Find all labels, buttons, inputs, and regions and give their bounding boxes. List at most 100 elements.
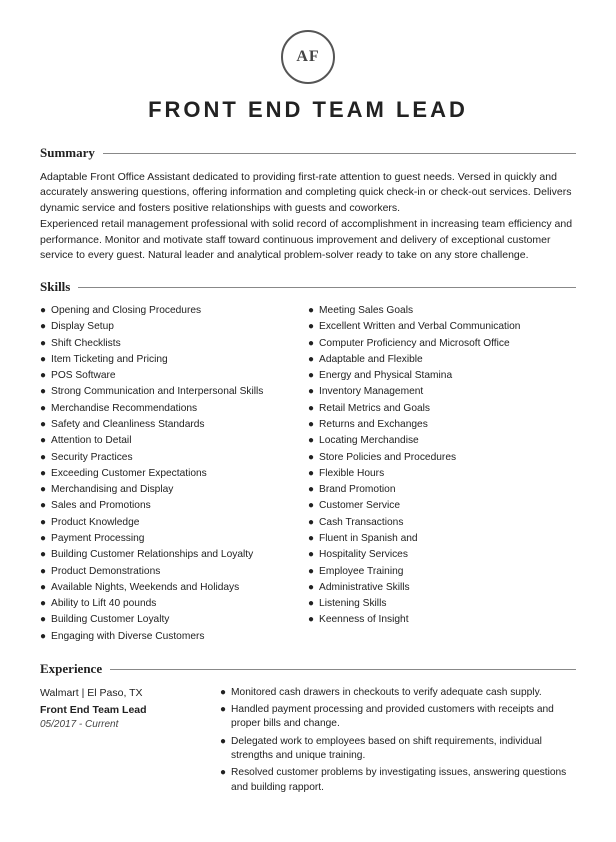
- skill-item: ●Keenness of Insight: [308, 613, 566, 627]
- skill-text: Merchandising and Display: [51, 483, 173, 497]
- bullet-icon: ●: [220, 686, 226, 700]
- skill-item: ●Building Customer Loyalty: [40, 613, 298, 627]
- bullet-icon: ●: [308, 385, 314, 399]
- bullet-icon: ●: [40, 467, 46, 481]
- skill-text: Returns and Exchanges: [319, 418, 428, 432]
- bullet-text: Handled payment processing and provided …: [231, 703, 576, 732]
- bullet-icon: ●: [40, 565, 46, 579]
- bullet-icon: ●: [40, 434, 46, 448]
- experience-section: Experience Walmart | El Paso, TX Front En…: [40, 660, 576, 798]
- skill-text: POS Software: [51, 369, 116, 383]
- bullet-icon: ●: [308, 565, 314, 579]
- skill-item: ●Store Policies and Procedures: [308, 451, 566, 465]
- skill-item: ●Product Demonstrations: [40, 565, 298, 579]
- summary-label: Summary: [40, 144, 103, 163]
- skill-text: Store Policies and Procedures: [319, 451, 456, 465]
- skills-columns: ●Opening and Closing Procedures●Display …: [40, 304, 576, 646]
- bullet-icon: ●: [220, 735, 226, 749]
- job-bullet-item: ● Monitored cash drawers in checkouts to …: [220, 686, 576, 700]
- bullet-icon: ●: [40, 499, 46, 513]
- job-dates: 05/2017 - Current: [40, 718, 210, 733]
- job-company: Walmart | El Paso, TX: [40, 686, 210, 701]
- bullet-icon: ●: [308, 597, 314, 611]
- skill-text: Employee Training: [319, 565, 403, 579]
- skill-item: ●Customer Service: [308, 499, 566, 513]
- skill-text: Hospitality Services: [319, 548, 408, 562]
- skill-text: Available Nights, Weekends and Holidays: [51, 581, 239, 595]
- skill-item: ●Ability to Lift 40 pounds: [40, 597, 298, 611]
- skill-item: ● Attention to Detail: [40, 434, 298, 448]
- bullet-icon: ●: [40, 369, 46, 383]
- bullet-icon: ●: [308, 516, 314, 530]
- summary-header: Summary: [40, 144, 576, 163]
- skill-item: ● Employee Training: [308, 565, 566, 579]
- skill-text: Cash Transactions: [319, 516, 403, 530]
- bullet-text: Resolved customer problems by investigat…: [231, 766, 576, 795]
- skill-item: ●Product Knowledge: [40, 516, 298, 530]
- bullet-icon: ●: [308, 402, 314, 416]
- bullet-icon: ●: [308, 304, 314, 318]
- skill-text: Energy and Physical Stamina: [319, 369, 452, 383]
- skill-text: Strong Communication and Interpersonal S…: [51, 385, 263, 399]
- skill-text: Payment Processing: [51, 532, 144, 546]
- skill-item: ●Locating Merchandise: [308, 434, 566, 448]
- skill-text: Computer Proficiency and Microsoft Offic…: [319, 337, 510, 351]
- skill-item: ● Brand Promotion: [308, 483, 566, 497]
- skill-item: ● Cash Transactions: [308, 516, 566, 530]
- skill-item: ● Listening Skills: [308, 597, 566, 611]
- experience-header: Experience: [40, 660, 576, 679]
- skill-text: Opening and Closing Procedures: [51, 304, 201, 318]
- bullet-icon: ●: [40, 613, 46, 627]
- bullet-icon: ●: [40, 320, 46, 334]
- skill-text: Merchandise Recommendations: [51, 402, 197, 416]
- bullet-icon: ●: [40, 581, 46, 595]
- skill-item: ● Merchandising and Display: [40, 483, 298, 497]
- skill-text: Keenness of Insight: [319, 613, 408, 627]
- skill-item: ●Adaptable and Flexible: [308, 353, 566, 367]
- skill-item: ●Safety and Cleanliness Standards: [40, 418, 298, 432]
- resume-header: AF FRONT END TEAM LEAD: [40, 30, 576, 126]
- bullet-icon: ●: [308, 320, 314, 334]
- bullet-text: Monitored cash drawers in checkouts to v…: [231, 686, 542, 700]
- skill-item: ●Flexible Hours: [308, 467, 566, 481]
- job-left: Walmart | El Paso, TX Front End Team Lead…: [40, 686, 210, 798]
- skill-item: ●Hospitality Services: [308, 548, 566, 562]
- bullet-icon: ●: [308, 369, 314, 383]
- bullet-icon: ●: [308, 483, 314, 497]
- summary-section: Summary Adaptable Front Office Assistant…: [40, 144, 576, 264]
- skills-section: Skills ●Opening and Closing Procedures●D…: [40, 278, 576, 646]
- skill-text: Ability to Lift 40 pounds: [51, 597, 156, 611]
- skill-text: Engaging with Diverse Customers: [51, 630, 204, 644]
- skill-text: Exceeding Customer Expectations: [51, 467, 207, 481]
- summary-divider: [103, 153, 576, 154]
- skill-text: Safety and Cleanliness Standards: [51, 418, 204, 432]
- skill-item: ● Payment Processing: [40, 532, 298, 546]
- bullet-icon: ●: [308, 418, 314, 432]
- bullet-text: Delegated work to employees based on shi…: [231, 735, 576, 764]
- skill-item: ●Display Setup: [40, 320, 298, 334]
- skill-item: ● Meeting Sales Goals: [308, 304, 566, 318]
- bullet-icon: ●: [40, 451, 46, 465]
- bullet-icon: ●: [40, 483, 46, 497]
- skill-text: Excellent Written and Verbal Communicati…: [319, 320, 520, 334]
- bullet-icon: ●: [40, 532, 46, 546]
- bullet-icon: ●: [40, 548, 46, 562]
- bullet-icon: ●: [40, 402, 46, 416]
- skill-item: ● Merchandise Recommendations: [40, 402, 298, 416]
- job-title: Front End Team Lead: [40, 703, 210, 718]
- job-bullet-item: ● Handled payment processing and provided…: [220, 703, 576, 732]
- skill-item: ●Opening and Closing Procedures: [40, 304, 298, 318]
- skills-right: ● Meeting Sales Goals ● Excellent Written a…: [308, 304, 576, 646]
- bullet-icon: ●: [308, 581, 314, 595]
- skill-item: ●Engaging with Diverse Customers: [40, 630, 298, 644]
- skill-item: ●Building Customer Relationships and Loy…: [40, 548, 298, 562]
- skill-text: Attention to Detail: [51, 434, 131, 448]
- skill-text: Brand Promotion: [319, 483, 395, 497]
- skill-text: Meeting Sales Goals: [319, 304, 413, 318]
- bullet-icon: ●: [220, 703, 226, 717]
- bullet-icon: ●: [308, 353, 314, 367]
- skill-text: Listening Skills: [319, 597, 386, 611]
- job-bullet-item: ●Resolved customer problems by investiga…: [220, 766, 576, 795]
- skill-text: Locating Merchandise: [319, 434, 419, 448]
- skill-item: ●Retail Metrics and Goals: [308, 402, 566, 416]
